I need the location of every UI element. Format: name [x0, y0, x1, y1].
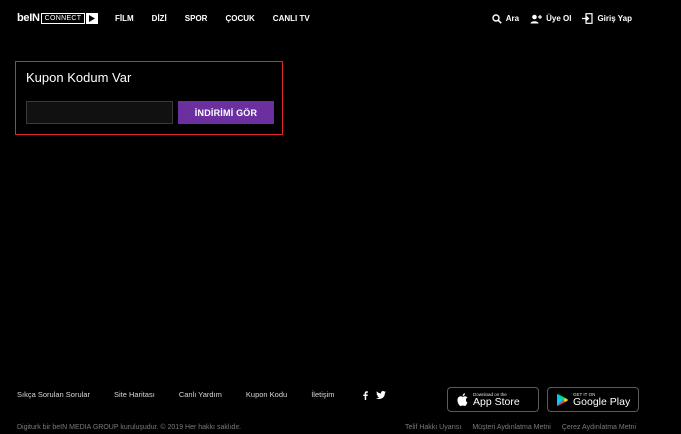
coupon-title: Kupon Kodum Var: [26, 70, 132, 85]
app-store-button[interactable]: Download on the App Store: [447, 387, 539, 412]
footer-link-coupon[interactable]: Kupon Kodu: [246, 390, 287, 400]
login-icon: [582, 13, 594, 24]
google-play-button[interactable]: GET IT ON Google Play: [547, 387, 639, 412]
legal-links: Telif Hakkı Uyarısı Müşteri Aydınlatma M…: [394, 423, 636, 432]
apple-icon: [457, 393, 468, 406]
copyright-text: Digiturk bir beIN MEDIA GROUP kuruluşudu…: [17, 424, 242, 431]
twitter-icon[interactable]: [375, 391, 386, 399]
logo-connect-text: CONNECT: [40, 12, 86, 24]
play-icon: [86, 12, 99, 24]
nav-spor[interactable]: SPOR: [185, 14, 208, 24]
top-header: beIN CONNECT FİLM DİZİ SPOR ÇOCUK CANLI …: [0, 0, 681, 40]
nav-canli-tv[interactable]: CANLI TV: [273, 14, 310, 24]
footer-links: Sıkça Sorulan Sorular Site Haritası Canl…: [17, 390, 394, 400]
signup-button[interactable]: Üye Ol: [530, 14, 571, 24]
main-nav: FİLM DİZİ SPOR ÇOCUK CANLI TV: [115, 14, 328, 24]
coupon-code-input[interactable]: [26, 101, 173, 124]
search-label: Ara: [505, 13, 520, 23]
nav-dizi[interactable]: DİZİ: [152, 14, 167, 24]
bein-connect-logo[interactable]: beIN CONNECT: [17, 12, 99, 24]
search-button[interactable]: Ara: [492, 14, 519, 24]
legal-link-customer-privacy[interactable]: Müşteri Aydınlatma Metni: [472, 423, 550, 432]
social-links: [362, 390, 394, 400]
google-play-big-text: Google Play: [573, 395, 631, 408]
signup-label: Üye Ol: [546, 13, 572, 23]
footer-link-contact[interactable]: İletişim: [311, 390, 334, 400]
footer-link-faq[interactable]: Sıkça Sorulan Sorular: [17, 390, 90, 400]
footer-link-live-help[interactable]: Canlı Yardım: [179, 390, 222, 400]
search-icon: [492, 13, 502, 24]
facebook-icon[interactable]: [362, 390, 368, 400]
add-user-icon: [530, 14, 543, 23]
legal-link-copyright-notice[interactable]: Telif Hakkı Uyarısı: [405, 423, 461, 432]
login-button[interactable]: Giriş Yap: [582, 13, 632, 24]
apply-discount-button[interactable]: İNDİRİMİ GÖR: [178, 101, 274, 124]
footer-link-sitemap[interactable]: Site Haritası: [114, 390, 155, 400]
login-label: Giriş Yap: [597, 13, 632, 23]
legal-link-cookie-notice[interactable]: Çerez Aydınlatma Metni: [562, 423, 636, 432]
nav-cocuk[interactable]: ÇOCUK: [225, 14, 254, 24]
header-actions: Ara Üye Ol Giriş Yap: [481, 13, 632, 24]
coupon-form: Kupon Kodum Var İNDİRİMİ GÖR: [15, 61, 283, 135]
nav-film[interactable]: FİLM: [115, 14, 134, 24]
google-play-icon: [557, 393, 568, 406]
app-store-big-text: App Store: [473, 395, 520, 408]
logo-bein-text: beIN: [17, 12, 40, 24]
